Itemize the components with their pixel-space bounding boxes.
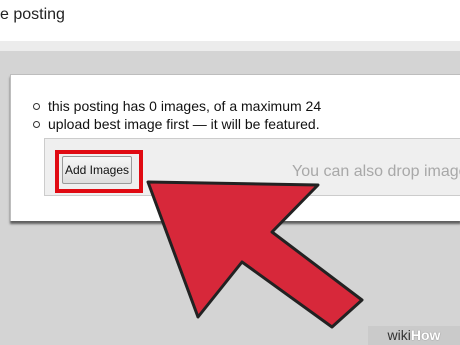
arrow-shape bbox=[146, 180, 364, 329]
watermark-brand: How bbox=[410, 327, 441, 343]
wikihow-logo: wikiHow bbox=[368, 326, 460, 345]
watermark-prefix: wiki bbox=[387, 327, 411, 343]
pointer-arrow-icon bbox=[146, 180, 364, 329]
